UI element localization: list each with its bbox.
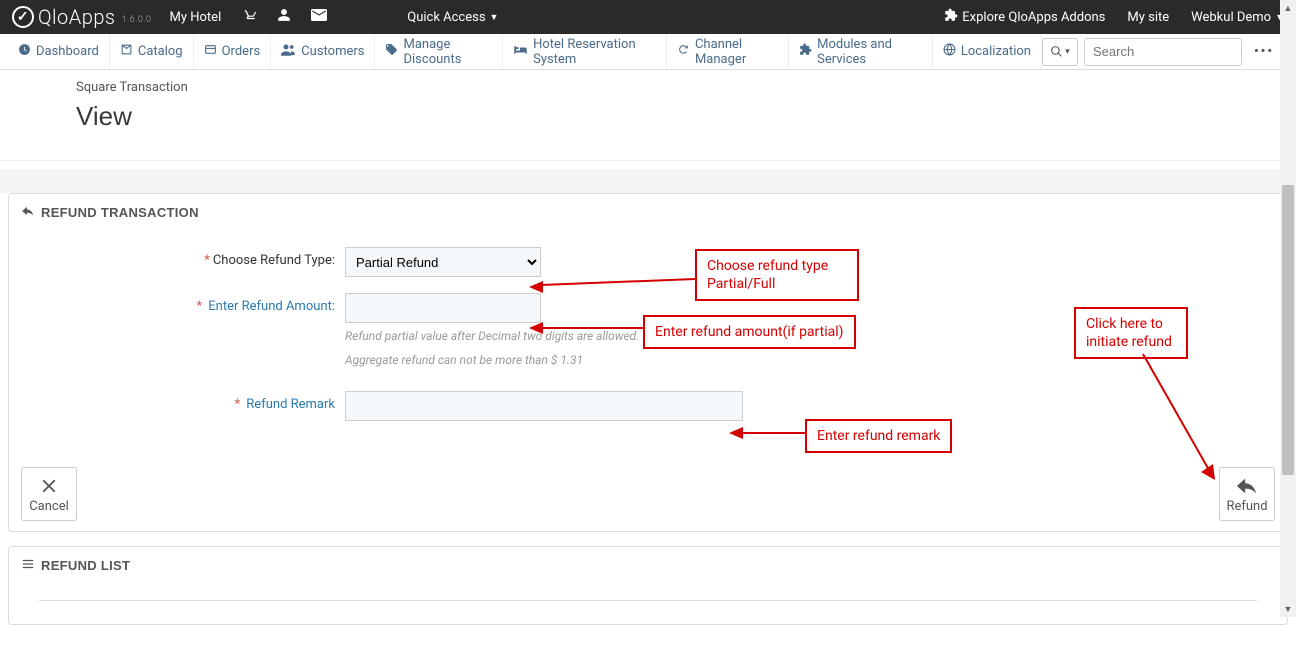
nav-dashboard[interactable]: Dashboard [8, 34, 110, 69]
arrow-submit [1133, 352, 1223, 482]
tag-icon [385, 43, 398, 60]
topbar-right: Explore QloApps Addons My site Webkul De… [944, 8, 1284, 26]
nav-discounts-label: Manage Discounts [403, 37, 492, 67]
puzzle-icon [944, 8, 958, 26]
content: REFUND TRANSACTION *Choose Refund Type: … [0, 161, 1296, 647]
nav-orders-label: Orders [222, 44, 261, 59]
topbar: ✓ QloApps 1.6.0.0 My Hotel Quick Access … [0, 0, 1296, 34]
nav-customers-label: Customers [301, 44, 364, 59]
arrow-amount [529, 321, 647, 335]
refund-panel-body: *Choose Refund Type: Partial Refund * En… [9, 231, 1287, 457]
refund-panel-heading: REFUND TRANSACTION [9, 194, 1287, 231]
cart-icon[interactable] [241, 8, 257, 26]
page-title: View [76, 101, 1288, 132]
breadcrumb: Square Transaction [76, 80, 1288, 95]
user-dropdown[interactable]: Webkul Demo ▼ [1191, 10, 1284, 25]
cancel-label: Cancel [29, 499, 69, 514]
search-type-button[interactable]: ▾ [1042, 38, 1078, 66]
user-label: Webkul Demo [1191, 10, 1271, 25]
close-icon [38, 475, 60, 497]
dashboard-icon [18, 43, 31, 60]
bed-icon [513, 44, 528, 60]
nav-modules-label: Modules and Services [817, 37, 922, 67]
search-input[interactable] [1084, 38, 1242, 66]
content-gap [0, 169, 1296, 193]
refund-type-select[interactable]: Partial Refund [345, 247, 541, 277]
brand-logo[interactable]: ✓ QloApps 1.6.0.0 [12, 5, 152, 29]
scrollbar[interactable]: ▲ ▼ [1280, 0, 1296, 617]
nav-dashboard-label: Dashboard [36, 44, 99, 59]
quick-access-label: Quick Access [407, 10, 485, 25]
mysite-link[interactable]: My site [1127, 10, 1169, 25]
catalog-icon [120, 43, 133, 60]
page-header: Square Transaction View [0, 70, 1296, 161]
refund-amount-label: * Enter Refund Amount: [25, 293, 345, 314]
puzzle-icon [799, 43, 812, 60]
nav-modules[interactable]: Modules and Services [789, 34, 933, 69]
annotation-remark: Enter refund remark [805, 419, 952, 453]
addons-label: Explore QloApps Addons [962, 10, 1105, 25]
search-icon [1050, 45, 1063, 58]
refund-list-title: REFUND LIST [41, 558, 130, 573]
nav-catalog-label: Catalog [138, 44, 183, 59]
refund-list-panel: REFUND LIST [8, 546, 1288, 625]
nav-channel[interactable]: Channel Manager [667, 34, 789, 69]
refund-transaction-panel: REFUND TRANSACTION *Choose Refund Type: … [8, 193, 1288, 532]
globe-icon [943, 43, 956, 60]
nav-localization-label: Localization [961, 44, 1031, 59]
navbar: Dashboard Catalog Orders Customers Manag… [0, 34, 1296, 70]
nav-hotel[interactable]: Hotel Reservation System [503, 34, 667, 69]
scroll-down-icon[interactable]: ▼ [1280, 601, 1296, 617]
nav-localization[interactable]: Localization [933, 34, 1042, 69]
nav-catalog[interactable]: Catalog [110, 34, 194, 69]
nav-channel-label: Channel Manager [695, 37, 778, 67]
refund-amount-help2: Aggregate refund can not be more than $ … [345, 353, 689, 367]
scroll-up-icon[interactable]: ▲ [1280, 0, 1296, 16]
logo-mark-icon: ✓ [12, 6, 34, 28]
nav-discounts[interactable]: Manage Discounts [375, 34, 503, 69]
annotation-type: Choose refund type Partial/Full [695, 249, 859, 301]
refund-remark-label: * Refund Remark [25, 391, 345, 412]
orders-icon [204, 43, 217, 60]
refresh-icon [677, 43, 690, 60]
list-icon [21, 557, 35, 574]
refund-list-heading: REFUND LIST [9, 547, 1287, 584]
annotation-amount: Enter refund amount(if partial) [643, 315, 856, 349]
brand-name: QloApps [38, 5, 116, 29]
refund-remark-row: * Refund Remark [25, 391, 1271, 421]
refund-type-label: *Choose Refund Type: [25, 247, 345, 268]
quick-access-dropdown[interactable]: Quick Access ▼ [407, 10, 498, 25]
arrow-remark [729, 426, 809, 440]
reply-icon [1236, 475, 1258, 497]
brand-version: 1.6.0.0 [122, 15, 152, 25]
nav-customers[interactable]: Customers [271, 34, 375, 69]
nav-orders[interactable]: Orders [194, 34, 272, 69]
cancel-button[interactable]: Cancel [21, 467, 77, 521]
nav-right: ▾ ••• [1042, 34, 1288, 69]
hotel-link[interactable]: My Hotel [170, 10, 222, 25]
caret-down-icon: ▾ [1065, 47, 1070, 57]
refund-panel-title: REFUND TRANSACTION [41, 205, 199, 220]
refund-panel-footer: Cancel Refund [9, 457, 1287, 531]
caret-down-icon: ▼ [490, 12, 499, 23]
refund-amount-input[interactable] [345, 293, 541, 323]
mail-icon[interactable] [311, 9, 327, 25]
refund-label: Refund [1226, 499, 1267, 514]
customers-icon [281, 43, 296, 60]
addons-link[interactable]: Explore QloApps Addons [944, 8, 1105, 26]
nav-hotel-label: Hotel Reservation System [533, 37, 656, 67]
user-icon[interactable] [277, 8, 291, 26]
refund-button[interactable]: Refund [1219, 467, 1275, 521]
more-button[interactable]: ••• [1248, 44, 1280, 59]
reply-icon [21, 204, 35, 221]
arrow-type [529, 273, 699, 293]
scroll-thumb[interactable] [1282, 185, 1294, 475]
refund-remark-input[interactable] [345, 391, 743, 421]
